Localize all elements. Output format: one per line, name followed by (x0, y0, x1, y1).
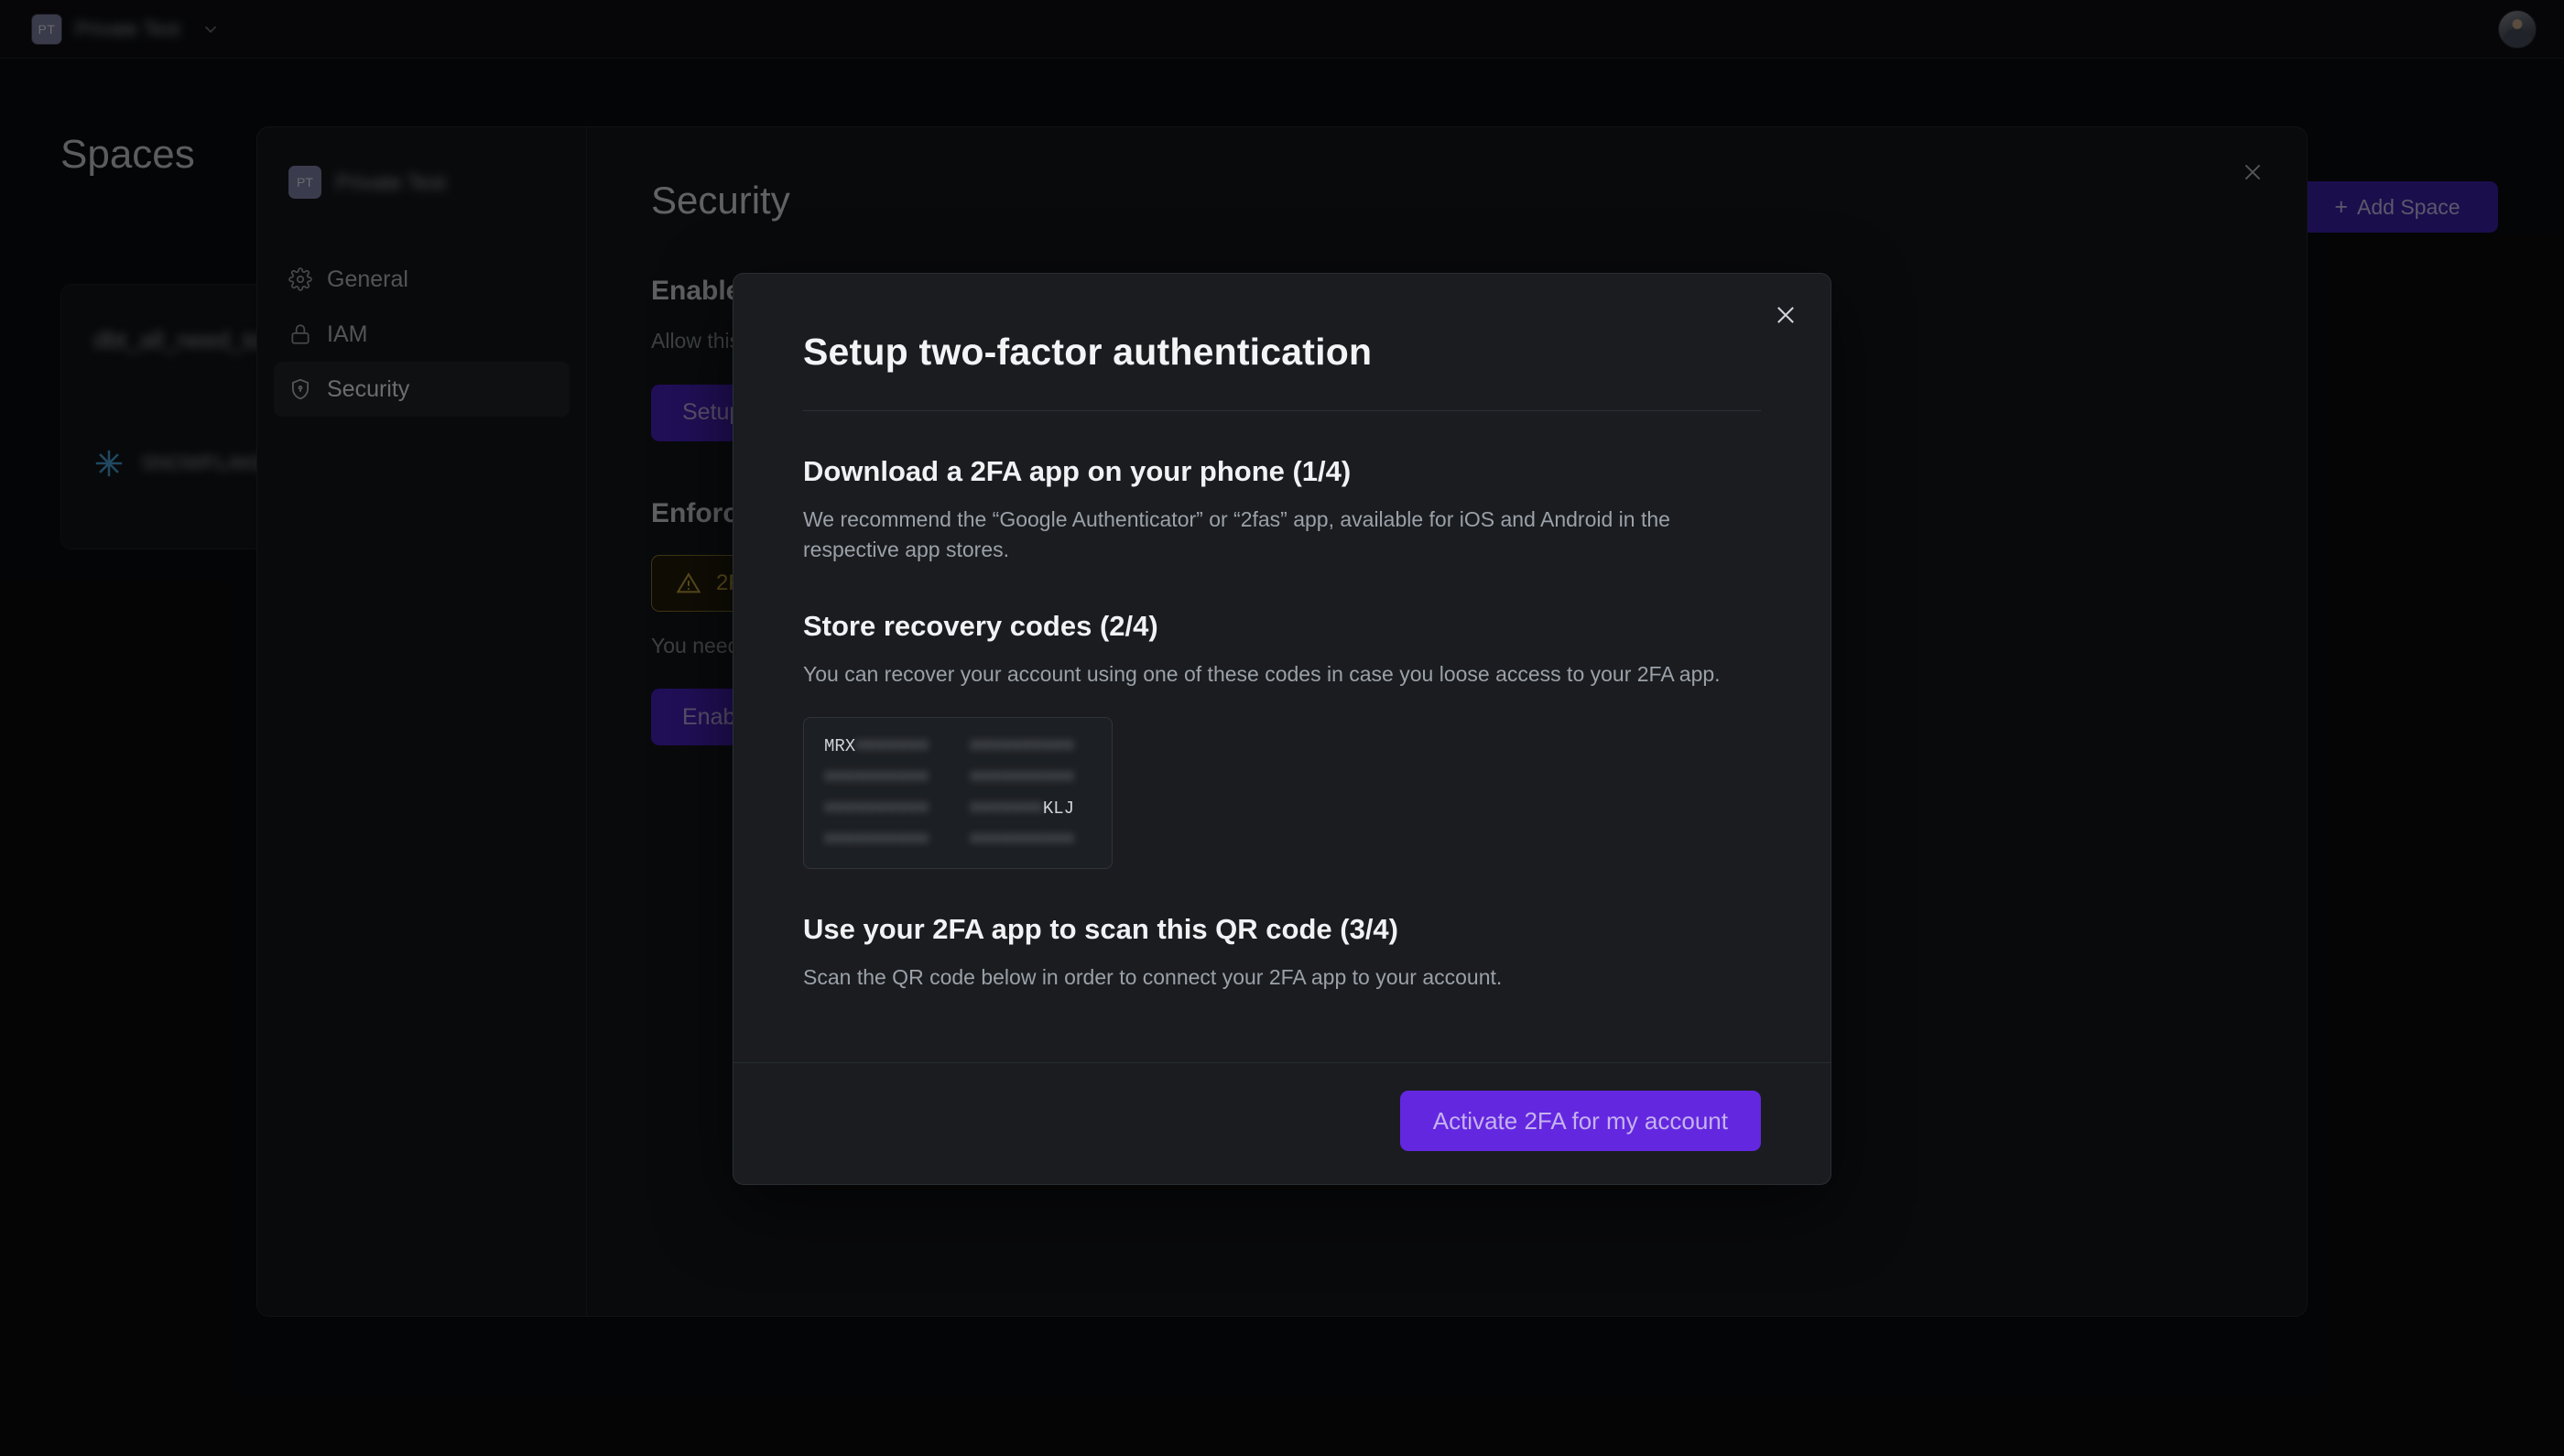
app-root: PT Private Test Spaces + Add Space dbt_a… (0, 0, 2564, 1456)
step-3-heading: Use your 2FA app to scan this QR code (3… (803, 913, 1399, 946)
recovery-code: •••••••••• (970, 736, 1092, 756)
step-2: Store recovery codes (2/4) You can recov… (803, 609, 1761, 870)
modal-body[interactable]: Download a 2FA app on your phone (1/4) W… (733, 411, 1831, 1062)
code-hidden: •••••••••• (970, 830, 1075, 851)
step-2-body: You can recover your account using one o… (803, 661, 1721, 686)
recovery-code: MRX••••••• (824, 736, 946, 756)
code-hidden: •••••••••• (824, 799, 929, 820)
step-1: Download a 2FA app on your phone (1/4) W… (803, 455, 1761, 566)
code-hidden: •••••••••• (970, 736, 1075, 757)
code-visible-prefix: MRX (824, 736, 856, 757)
modal-footer: Activate 2FA for my account (733, 1062, 1831, 1184)
recovery-code: •••••••••• (970, 767, 1092, 788)
recovery-code: •••••••••• (824, 767, 946, 788)
code-hidden: ••••••• (855, 736, 929, 757)
step-3: Use your 2FA app to scan this QR code (3… (803, 913, 1761, 993)
activate-2fa-button[interactable]: Activate 2FA for my account (1399, 1091, 1761, 1151)
step-1-heading: Download a 2FA app on your phone (1/4) (803, 455, 1352, 487)
code-hidden: •••••••••• (824, 830, 929, 851)
code-hidden: ••••••• (970, 799, 1043, 820)
recovery-code: •••••••••• (824, 799, 946, 819)
step-1-body: We recommend the “Google Authenticator” … (803, 507, 1670, 562)
modal-header: Setup two-factor authentication (733, 274, 1831, 411)
close-icon (1777, 307, 1794, 323)
code-visible-suffix: KLJ (1042, 799, 1075, 820)
step-2-heading: Store recovery codes (2/4) (803, 609, 1158, 642)
recovery-code: •••••••••• (970, 830, 1092, 850)
modal-title: Setup two-factor authentication (803, 331, 1373, 373)
code-hidden: •••••••••• (970, 767, 1075, 788)
recovery-code: •••••••••• (824, 830, 946, 850)
recovery-codes-box[interactable]: MRX••••••• •••••••••• •••••••••• •••••••… (803, 717, 1113, 870)
code-hidden: •••••••••• (824, 767, 929, 788)
scroll-fade (733, 1007, 1831, 1062)
step-3-body: Scan the QR code below in order to conne… (803, 965, 1503, 990)
setup-2fa-modal: Setup two-factor authentication Download… (733, 273, 1831, 1185)
modal-close-button[interactable] (1765, 294, 1807, 336)
recovery-code: •••••••KLJ (970, 799, 1092, 819)
